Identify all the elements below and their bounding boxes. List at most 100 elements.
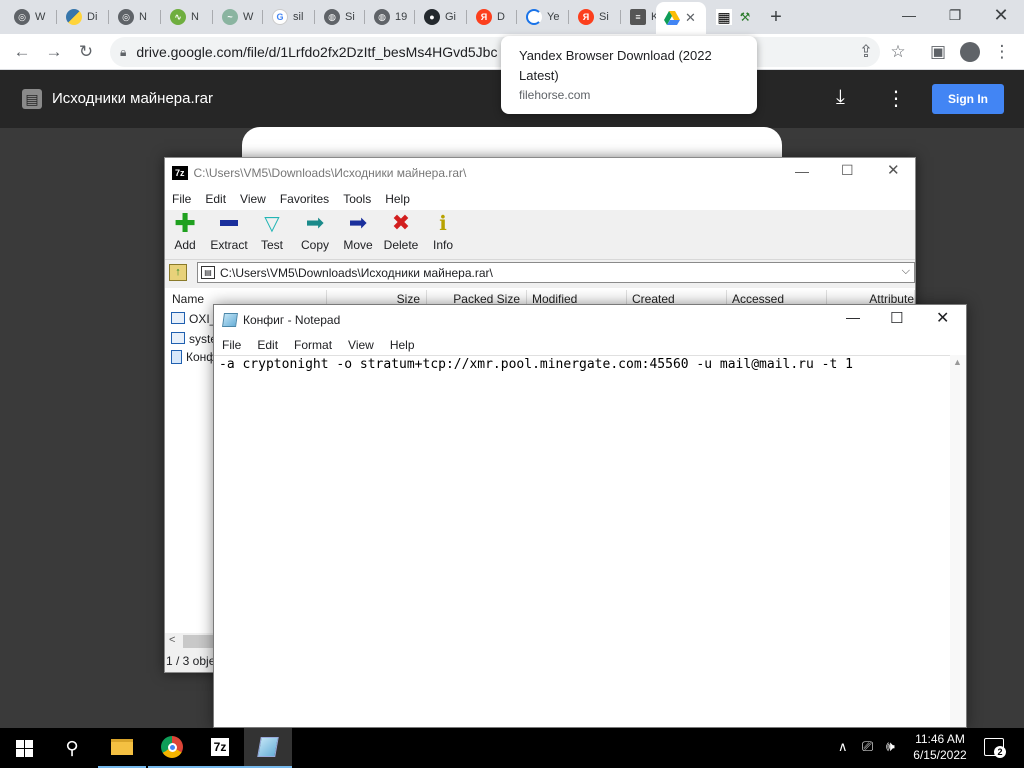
profile-avatar[interactable] — [958, 40, 982, 64]
path-text: C:\Users\VM5\Downloads\Исходники майнера… — [220, 265, 493, 280]
url-text[interactable]: drive.google.com/file/d/1Lrfdo2fx2DzItf_… — [136, 44, 497, 60]
github-icon: ● — [424, 9, 440, 25]
sevenzip-address-row: ↑ ▤ C:\Users\VM5\Downloads\Исходники май… — [165, 259, 915, 285]
menu-tools[interactable]: Tools — [336, 192, 378, 206]
bookmark-star-icon[interactable]: ☆ — [886, 40, 910, 64]
back-button[interactable]: ← — [10, 40, 34, 64]
volume-icon[interactable]: 🕪︎ — [886, 738, 895, 755]
browser-tab[interactable]: ◎ W — [6, 4, 54, 30]
site-icon: ∿ — [170, 9, 186, 25]
more-options-icon[interactable]: ⋮ — [886, 86, 906, 111]
notification-center-icon[interactable]: 2 — [984, 738, 1006, 758]
sevenzip-title: C:\Users\VM5\Downloads\Исходники майнера… — [193, 166, 467, 180]
browser-tab[interactable]: ▦ ⚒ — [708, 4, 756, 30]
yandex-icon: Я — [578, 9, 594, 25]
scroll-up-icon[interactable]: ▲ — [953, 357, 962, 367]
sevenzip-taskbar-button[interactable]: 7z — [196, 728, 244, 768]
menu-edit[interactable]: Edit — [198, 192, 233, 206]
address-bar[interactable]: 🔒︎ drive.google.com/file/d/1Lrfdo2fx2DzI… — [110, 37, 880, 67]
menu-help[interactable]: Help — [382, 338, 423, 352]
tab-hover-card: Yandex Browser Download (2022 Latest) fi… — [501, 36, 757, 114]
menu-view[interactable]: View — [233, 192, 273, 206]
status-bar: 1 / 3 obje — [166, 654, 216, 668]
browser-tab[interactable]: Gsil — [264, 4, 312, 30]
network-icon[interactable]: ⎚ — [862, 738, 873, 755]
scrollbar-thumb[interactable] — [183, 635, 213, 648]
close-button[interactable]: ✕ — [887, 161, 900, 179]
chevron-down-icon[interactable]: ⌵ — [902, 265, 910, 278]
taskbar: ⚲ 7z ∧ ⎚ 🕪︎ 11:46 AM 6/15/2022 2 — [0, 728, 1024, 768]
menu-file[interactable]: File — [165, 192, 198, 206]
sign-in-button[interactable]: Sign In — [932, 84, 1004, 114]
chrome-taskbar-button[interactable] — [148, 728, 196, 768]
start-button[interactable] — [0, 728, 48, 768]
browser-tab[interactable]: ◍ 19 — [366, 4, 414, 30]
maximize-button[interactable]: ☐ — [890, 309, 903, 327]
close-tab-icon[interactable]: ✕ — [685, 10, 696, 26]
add-button[interactable]: ✚ Add — [163, 207, 207, 253]
close-window-button[interactable]: ✕ — [978, 0, 1024, 30]
browser-tab[interactable]: Ye — [518, 4, 566, 30]
minimize-button[interactable]: — — [795, 163, 809, 179]
browser-tab[interactable]: ◎ N — [110, 4, 158, 30]
list-item[interactable]: OXI_ — [171, 312, 216, 326]
menu-edit[interactable]: Edit — [249, 338, 286, 352]
share-icon[interactable]: ⇪ — [854, 40, 878, 64]
move-button[interactable]: ➡ Move — [336, 210, 380, 252]
text-file-icon — [171, 350, 182, 364]
download-icon[interactable]: ⤓ — [836, 86, 845, 109]
menu-file[interactable]: File — [214, 338, 249, 352]
restore-button[interactable]: ❐ — [932, 0, 978, 30]
chevron-up-icon[interactable]: ∧ — [838, 739, 848, 755]
minimize-button[interactable]: — — [886, 0, 932, 30]
browser-tab[interactable]: ≡ K — [622, 4, 656, 30]
menu-view[interactable]: View — [340, 338, 382, 352]
list-item[interactable]: Конф — [171, 350, 216, 364]
browser-tab[interactable]: Я Si — [570, 4, 618, 30]
system-clock[interactable]: 11:46 AM 6/15/2022 — [904, 731, 976, 763]
delete-button[interactable]: ✖ Delete — [379, 210, 423, 252]
menu-format[interactable]: Format — [286, 338, 340, 352]
extract-button[interactable]: Extract — [207, 212, 251, 252]
browser-tab[interactable]: ◍ Si — [316, 4, 364, 30]
plus-icon: ✚ — [174, 207, 196, 238]
search-icon[interactable]: ⚲ — [48, 728, 96, 768]
file-explorer-taskbar-button[interactable] — [98, 728, 146, 768]
notepad-menubar: File Edit Format View Help — [214, 335, 966, 355]
menu-help[interactable]: Help — [378, 192, 417, 206]
notepad-content[interactable]: -a cryptonight -o stratum+tcp://xmr.pool… — [219, 357, 853, 372]
menu-kebab-icon[interactable]: ⋮ — [990, 40, 1014, 64]
side-panel-icon[interactable]: ▣ — [926, 40, 950, 64]
close-button[interactable]: ✕ — [936, 308, 949, 328]
notepad-window: Конфиг - Notepad — ☐ ✕ File Edit Format … — [213, 304, 967, 728]
google-icon: G — [272, 9, 288, 25]
copy-arrow-icon: ➡ — [305, 210, 325, 235]
browser-tab[interactable]: Di — [58, 4, 106, 30]
sevenzip-app-icon: 7z — [172, 166, 188, 180]
menu-favorites[interactable]: Favorites — [273, 192, 336, 206]
maximize-button[interactable]: ☐ — [841, 162, 854, 179]
folder-icon — [111, 739, 133, 755]
notepad-taskbar-button[interactable] — [244, 728, 292, 768]
archive-file-icon: ▤ — [22, 89, 42, 109]
browser-tab[interactable]: ЯD — [468, 4, 516, 30]
minimize-button[interactable]: — — [846, 309, 860, 325]
browser-tab-active[interactable]: ✕ — [656, 2, 706, 34]
browser-tab[interactable]: ~ W — [214, 4, 262, 30]
browser-tab[interactable]: ∿ N — [162, 4, 210, 30]
copy-button[interactable]: ➡ Copy — [293, 210, 337, 252]
forward-button[interactable]: → — [42, 40, 66, 64]
folder-up-icon[interactable]: ↑ — [169, 264, 187, 281]
browser-tab[interactable]: ● Gi — [416, 4, 464, 30]
sevenzip-titlebar: 7z C:\Users\VM5\Downloads\Исходники майн… — [165, 158, 915, 188]
vertical-scrollbar[interactable]: ▲ — [950, 355, 966, 727]
reload-button[interactable]: ↻ — [74, 40, 98, 64]
notepad-app-icon — [222, 313, 238, 327]
sevenzip-path-field[interactable]: ▤ C:\Users\VM5\Downloads\Исходники майне… — [197, 262, 915, 283]
new-tab-button[interactable]: + — [762, 4, 790, 30]
info-button[interactable]: ℹ Info — [421, 212, 465, 253]
list-item[interactable]: syste — [171, 332, 217, 346]
notepad-text-area[interactable] — [214, 355, 950, 727]
scroll-left-icon[interactable]: < — [169, 634, 175, 646]
test-button[interactable]: ▽ Test — [250, 212, 294, 253]
